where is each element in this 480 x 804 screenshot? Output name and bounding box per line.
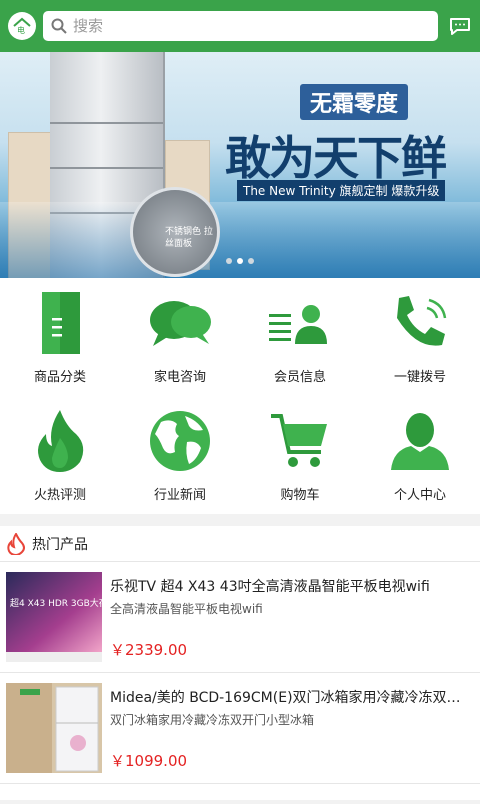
- phone-icon: [397, 296, 447, 346]
- badge-text: 不锈钢色 拉丝面板: [165, 227, 213, 249]
- product-item[interactable]: 超4 X43 HDR 3GB大存储 乐视TV 超4 X43 43吋全高清液晶智能…: [0, 562, 480, 673]
- section-title: 热门产品: [32, 536, 88, 553]
- category-profile[interactable]: 个人中心: [360, 396, 480, 514]
- globe-icon: [150, 411, 210, 471]
- fridge-icon: [42, 292, 80, 354]
- search-icon: [51, 18, 67, 34]
- message-icon[interactable]: [448, 14, 472, 38]
- banner-subline: The New Trinity 旗舰定制 爆款升级: [237, 180, 446, 201]
- steel-badge: 不锈钢色 拉丝面板: [130, 187, 220, 277]
- slide-dot[interactable]: [226, 258, 232, 264]
- category-label: 购物车: [280, 488, 320, 503]
- cart-icon: [271, 414, 327, 467]
- category-products[interactable]: 商品分类: [0, 278, 120, 396]
- category-consult[interactable]: 家电咨询: [120, 278, 240, 396]
- top-bar: 电: [0, 0, 480, 52]
- product-item-partial[interactable]: [0, 784, 480, 804]
- category-member[interactable]: 会员信息: [240, 278, 360, 396]
- svg-text:电: 电: [17, 25, 25, 35]
- person-icon: [391, 413, 449, 470]
- category-cart[interactable]: 购物车: [240, 396, 360, 514]
- hot-products-section: 热门产品 超4 X43 HDR 3GB大存储 乐视TV 超4 X43 43吋全高…: [0, 526, 480, 800]
- category-label: 火热评测: [33, 488, 86, 503]
- product-desc: 双门冰箱家用冷藏冷冻双开门小型冰箱: [110, 713, 315, 727]
- product-desc: 全高清液晶智能平板电视wifi: [110, 602, 263, 616]
- product-price: ￥1099.00: [110, 752, 188, 770]
- category-news[interactable]: 行业新闻: [120, 396, 240, 514]
- category-label: 商品分类: [33, 370, 86, 385]
- banner-tag: 无霜零度: [300, 84, 409, 120]
- category-call[interactable]: 一键拨号: [360, 278, 480, 396]
- product-thumbnail[interactable]: [6, 683, 102, 773]
- category-label: 行业新闻: [153, 488, 206, 503]
- slide-dot[interactable]: [248, 258, 254, 264]
- category-review[interactable]: 火热评测: [0, 396, 120, 514]
- flame-icon: [38, 410, 84, 472]
- product-thumbnail[interactable]: 超4 X43 HDR 3GB大存储: [6, 572, 102, 662]
- search-box[interactable]: [43, 11, 438, 41]
- product-price: ￥2339.00: [110, 641, 188, 659]
- hot-flame-icon: [7, 532, 25, 555]
- thumb-caption: 超4 X43 HDR 3GB大存储: [10, 597, 102, 609]
- home-logo-icon[interactable]: 电: [8, 12, 36, 40]
- member-card-icon: [269, 305, 327, 344]
- slide-indicator[interactable]: [226, 258, 254, 264]
- slide-dot-active[interactable]: [237, 258, 243, 264]
- banner-slogan: 敢为天下鲜: [225, 131, 447, 185]
- product-item[interactable]: Midea/美的 BCD-169CM(E)双门冰箱家用冷藏冷冻双开... 双门冰…: [0, 673, 480, 784]
- category-label: 个人中心: [393, 488, 446, 503]
- promo-banner[interactable]: 不锈钢色 拉丝面板 无霜零度 敢为天下鲜 The New Trinity 旗舰定…: [0, 52, 480, 278]
- category-label: 家电咨询: [153, 370, 206, 385]
- category-grid: 商品分类 家电咨询 会员信息 一键拨号 火热评测 行业新闻 购物车 个人中心: [0, 278, 480, 514]
- category-label: 会员信息: [273, 370, 326, 385]
- search-input[interactable]: [73, 17, 413, 35]
- product-name[interactable]: Midea/美的 BCD-169CM(E)双门冰箱家用冷藏冷冻双开...: [110, 687, 472, 707]
- chat-bubbles-icon: [150, 301, 211, 346]
- product-name[interactable]: 乐视TV 超4 X43 43吋全高清液晶智能平板电视wifi: [110, 576, 472, 596]
- section-header: 热门产品: [0, 526, 480, 562]
- category-label: 一键拨号: [393, 370, 446, 385]
- water-splash: [0, 202, 480, 278]
